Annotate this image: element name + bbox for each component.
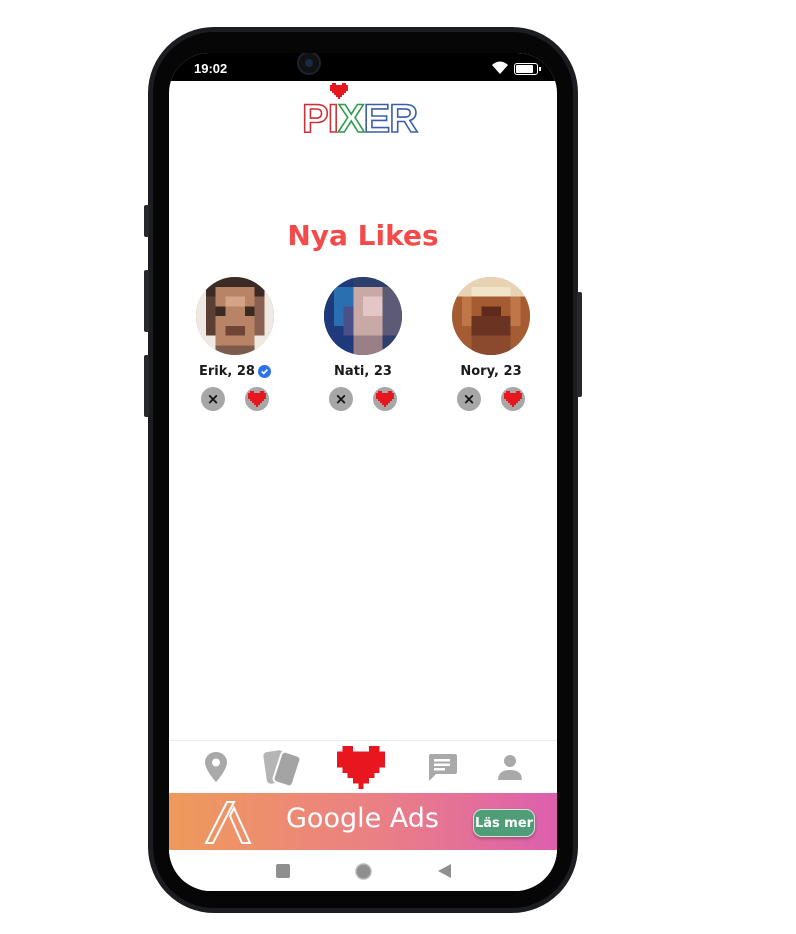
bottom-navigation	[169, 740, 557, 793]
recent-apps-icon[interactable]	[276, 864, 290, 878]
status-bar: 19:02	[169, 53, 557, 81]
phone-power-button	[577, 292, 582, 397]
heart-icon	[504, 391, 522, 407]
verified-badge-icon	[257, 365, 271, 378]
status-time: 19:02	[194, 61, 228, 76]
page-title: Nya Likes	[287, 219, 439, 252]
logo-wordmark: PIXER	[301, 96, 419, 142]
nav-item-chat[interactable]	[425, 741, 459, 793]
dismiss-button[interactable]: ×	[201, 387, 225, 411]
system-navigation-bar	[169, 850, 557, 891]
nav-item-cards[interactable]	[259, 741, 305, 793]
close-icon: ×	[462, 390, 476, 408]
like-card[interactable]: Erik, 28 ×	[185, 277, 285, 411]
profile-icon	[498, 755, 522, 780]
dismiss-button[interactable]: ×	[457, 387, 481, 411]
like-back-button[interactable]	[245, 387, 269, 411]
ad-text: Google Ads	[286, 803, 439, 834]
read-more-button[interactable]: Läs mer	[473, 809, 535, 837]
like-name-text: Erik, 28	[199, 364, 255, 379]
app-logo: PIXER	[301, 83, 422, 142]
phone-volume-down-button	[144, 355, 149, 417]
heart-icon	[376, 391, 394, 407]
app-screen: 19:02 PIXER Nya Likes Erik, 28 × Nati, 2…	[169, 53, 557, 891]
avatar[interactable]	[196, 277, 274, 355]
logo-letter: X	[337, 96, 365, 142]
like-name: Nati, 23	[313, 364, 413, 379]
like-name: Erik, 28	[185, 364, 285, 379]
like-actions: ×	[441, 387, 541, 411]
like-name: Nory, 23	[441, 364, 541, 379]
logo-letter: I	[327, 96, 340, 142]
close-icon: ×	[206, 390, 220, 408]
front-camera	[297, 53, 321, 75]
nav-item-profile[interactable]	[493, 741, 527, 793]
nav-item-map[interactable]	[199, 741, 233, 793]
like-card[interactable]: Nati, 23 ×	[313, 277, 413, 411]
map-pin-icon	[205, 752, 227, 782]
close-icon: ×	[334, 390, 348, 408]
pixelated-photo	[452, 277, 530, 355]
nav-item-likes[interactable]	[335, 741, 387, 793]
avatar[interactable]	[452, 277, 530, 355]
heart-icon	[337, 745, 385, 789]
cards-icon	[263, 750, 302, 787]
home-icon[interactable]	[355, 863, 372, 880]
back-icon[interactable]	[438, 864, 451, 878]
pixelated-photo	[196, 277, 274, 355]
battery-icon	[514, 63, 541, 75]
like-name-text: Nory, 23	[460, 364, 522, 379]
logo-letter: E	[363, 96, 391, 142]
phone-volume-up-button	[144, 270, 149, 332]
like-actions: ×	[185, 387, 285, 411]
avatar[interactable]	[324, 277, 402, 355]
logo-letter: R	[388, 96, 418, 142]
like-actions: ×	[313, 387, 413, 411]
pixelated-photo	[324, 277, 402, 355]
ad-banner[interactable]: Google Ads Läs mer	[169, 793, 557, 850]
phone-side-button	[144, 205, 149, 237]
likes-list: Erik, 28 × Nati, 23 × Nory, 23 ×	[169, 277, 557, 417]
wifi-icon	[492, 61, 508, 74]
like-back-button[interactable]	[373, 387, 397, 411]
google-ads-logo-icon	[204, 801, 252, 844]
logo-letter: P	[301, 96, 329, 142]
chat-icon	[429, 754, 457, 781]
dismiss-button[interactable]: ×	[329, 387, 353, 411]
like-back-button[interactable]	[501, 387, 525, 411]
like-name-text: Nati, 23	[334, 364, 392, 379]
like-card[interactable]: Nory, 23 ×	[441, 277, 541, 411]
heart-icon	[248, 391, 266, 407]
